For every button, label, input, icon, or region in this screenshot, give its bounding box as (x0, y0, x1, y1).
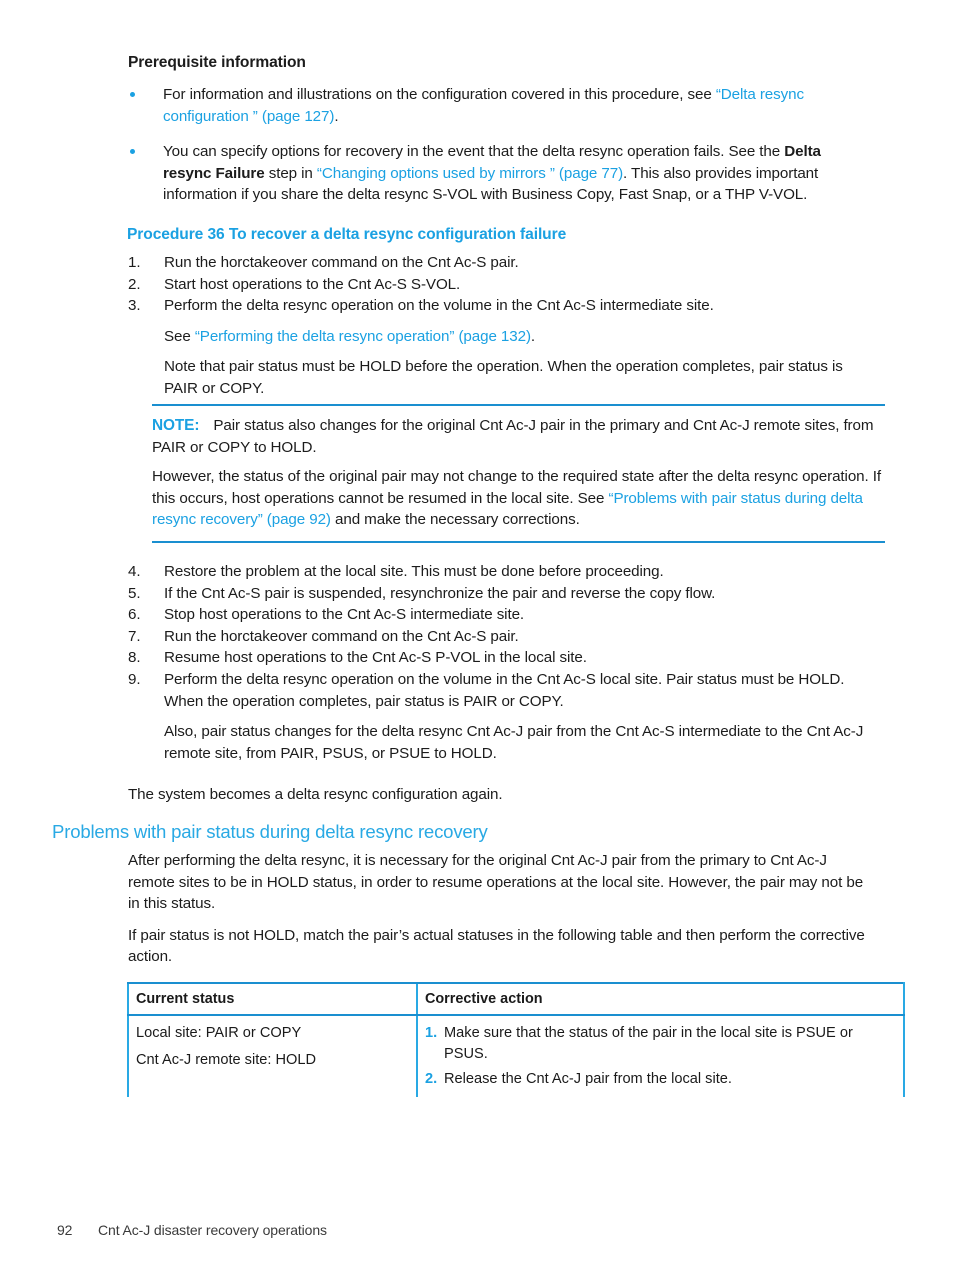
corrective-action-text: Release the Cnt Ac-J pair from the local… (444, 1071, 732, 1087)
step-number: 5. (128, 584, 141, 602)
list-item: 7. Run the horctakeover command on the C… (128, 626, 873, 648)
list-item: 6. Stop host operations to the Cnt Ac-S … (128, 604, 873, 626)
list-item: 8. Resume host operations to the Cnt Ac-… (128, 647, 873, 669)
section-body: After performing the delta resync, it is… (128, 850, 876, 978)
corrective-action-text: Make sure that the status of the pair in… (444, 1025, 853, 1062)
procedure-heading: Procedure 36 To recover a delta resync c… (127, 226, 567, 243)
list-item: 4. Restore the problem at the local site… (128, 561, 873, 583)
current-status-line-2: Cnt Ac-J remote site: HOLD (136, 1052, 317, 1068)
step-number: 1. (128, 254, 141, 271)
list-item: You can specify options for recovery in … (128, 141, 873, 206)
corrective-action-item: 1. Make sure that the status of the pair… (425, 1023, 895, 1065)
prerequisite-bullet-list: For information and illustrations on the… (128, 84, 873, 214)
bullet-text-0c: . (334, 107, 339, 125)
table-row: Local site: PAIR or COPY Cnt Ac-J remote… (127, 1015, 905, 1097)
corrective-action-number: 1. (425, 1025, 438, 1041)
page-number: 92 (57, 1222, 73, 1238)
list-item: 9. Perform the delta resync operation on… (128, 669, 873, 712)
step-text: Perform the delta resync operation on th… (164, 297, 714, 315)
step3-note-text: Note that pair status must be HOLD befor… (164, 358, 843, 397)
step9-also-paragraph: Also, pair status changes for the delta … (164, 723, 864, 762)
note-paragraph-2: However, the status of the original pair… (152, 466, 885, 531)
link-changing-options-used-by-mirrors[interactable]: “Changing options used by mirrors ” (pag… (317, 165, 623, 182)
table-header-row: Current status Corrective action (127, 982, 905, 1016)
list-item: 3. Perform the delta resync operation on… (128, 295, 873, 317)
table-header-corrective-action: Corrective action (416, 982, 905, 1016)
bullet-text-1a: You can specify options for recovery in … (163, 143, 785, 161)
corrective-action-number: 2. (425, 1071, 438, 1087)
corrective-action-item: 2. Release the Cnt Ac-J pair from the lo… (425, 1069, 895, 1090)
step-text: Restore the problem at the local site. T… (164, 563, 664, 580)
cell-corrective-action: 1. Make sure that the status of the pair… (416, 1015, 905, 1097)
step-number: 2. (128, 275, 141, 293)
note-label: NOTE: (152, 417, 200, 434)
prerequisite-heading: Prerequisite information (128, 54, 306, 71)
status-table: Current status Corrective action Local s… (127, 982, 905, 1097)
step-number: 7. (128, 627, 141, 645)
step-text: Start host operations to the Cnt Ac-S S-… (164, 275, 461, 293)
current-status-line-1: Local site: PAIR or COPY (136, 1025, 302, 1041)
step-text: If the Cnt Ac-S pair is suspended, resyn… (164, 584, 716, 602)
list-item: 2. Start host operations to the Cnt Ac-S… (128, 274, 873, 296)
bullet-dot-icon (130, 92, 135, 97)
section-paragraph-1: After performing the delta resync, it is… (128, 852, 864, 913)
status-table-wrapper: Current status Corrective action Local s… (127, 982, 905, 1097)
step-text: Run the horctakeover command on the Cnt … (164, 254, 519, 271)
document-page: Prerequisite information For information… (0, 0, 954, 1271)
section-paragraph-2: If pair status is not HOLD, match the pa… (128, 926, 865, 966)
bullet-dot-icon (130, 149, 135, 155)
step-number: 3. (128, 297, 141, 315)
note-paragraph-1-text: Pair status also changes for the origina… (152, 417, 874, 456)
bullet-text-1c: step in (264, 164, 317, 182)
step3-see-reference: See “Performing the delta resync operati… (128, 326, 873, 348)
list-item: 1. Run the horctakeover command on the C… (128, 252, 873, 274)
cell-current-status: Local site: PAIR or COPY Cnt Ac-J remote… (127, 1015, 417, 1097)
see-suffix: . (530, 327, 536, 345)
step-text: Perform the delta resync operation on th… (164, 670, 845, 710)
see-prefix: See (164, 327, 195, 345)
table-header-current-status: Current status (127, 982, 417, 1016)
step-text: Run the horctakeover command on the Cnt … (164, 627, 519, 645)
list-item: 5. If the Cnt Ac-S pair is suspended, re… (128, 583, 873, 605)
step-number: 9. (128, 670, 141, 688)
note-admonition: NOTE: Pair status also changes for the or… (152, 404, 885, 543)
procedure-steps-4-9: 4. Restore the problem at the local site… (128, 561, 873, 764)
step-text: Stop host operations to the Cnt Ac-S int… (164, 606, 525, 624)
step-number: 6. (128, 606, 141, 624)
list-item: For information and illustrations on the… (128, 84, 873, 127)
note-paragraph-1: NOTE: Pair status also changes for the or… (152, 415, 885, 458)
step-text: Resume host operations to the Cnt Ac-S P… (164, 649, 587, 667)
procedure-steps-1-3: 1. Run the horctakeover command on the C… (128, 252, 873, 400)
note-paragraph-2-suffix: and make the necessary corrections. (330, 511, 580, 529)
footer-title: Cnt Ac-J disaster recovery operations (98, 1222, 327, 1238)
page-footer: 92 Cnt Ac-J disaster recovery operations (57, 1222, 327, 1238)
step-number: 8. (128, 649, 141, 667)
section-heading: Problems with pair status during delta r… (52, 821, 488, 842)
procedure-closing-paragraph: The system becomes a delta resync config… (128, 786, 503, 803)
step-number: 4. (128, 563, 141, 580)
link-performing-the-delta-resync-operation[interactable]: “Performing the delta resync operation” … (195, 328, 531, 345)
bullet-text-0a: For information and illustrations on the… (163, 86, 716, 103)
